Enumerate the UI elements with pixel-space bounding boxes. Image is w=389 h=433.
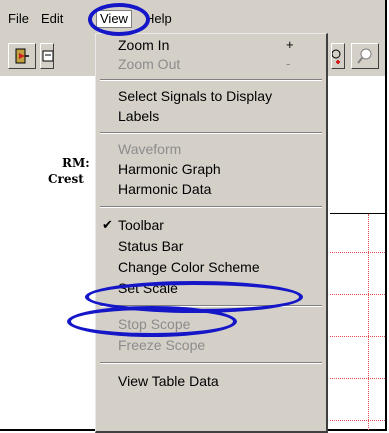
menu-bar: File Edit View Help xyxy=(0,0,385,36)
print-icon xyxy=(42,50,53,62)
menu-item-view-table-data[interactable]: View Table Data xyxy=(118,372,219,390)
view-menu-dropdown: Zoom In + Zoom Out - Select Signals to D… xyxy=(95,33,328,433)
menu-item-change-color-scheme[interactable]: Change Color Scheme xyxy=(118,258,260,276)
grid-line xyxy=(330,420,385,421)
zoom-out-button[interactable] xyxy=(351,43,379,69)
menu-edit[interactable]: Edit xyxy=(40,11,64,27)
toolbar-check-icon: ✔ xyxy=(102,217,113,232)
menu-separator xyxy=(100,132,322,134)
menu-item-freeze-scope: Freeze Scope xyxy=(118,337,206,353)
menu-item-select-signals[interactable]: Select Signals to Display xyxy=(118,87,272,105)
crest-label: Crest xyxy=(48,172,84,186)
zoom-out-shortcut: - xyxy=(286,56,291,71)
menu-item-harmonic-data[interactable]: Harmonic Data xyxy=(118,180,211,198)
scope-grid xyxy=(330,213,385,430)
zoom-in-icon xyxy=(332,49,341,64)
grid-line xyxy=(330,378,385,379)
menu-item-status-bar[interactable]: Status Bar xyxy=(118,237,183,255)
view-menu-highlight-ellipse xyxy=(88,3,150,36)
menu-separator xyxy=(100,79,322,81)
grid-line xyxy=(330,252,385,253)
set-scale-highlight-ellipse xyxy=(67,306,237,337)
menu-item-waveform: Waveform xyxy=(118,141,182,157)
rms-label: RM: xyxy=(62,156,90,170)
menu-item-harmonic-graph[interactable]: Harmonic Graph xyxy=(118,160,221,178)
menu-item-toolbar[interactable]: Toolbar xyxy=(118,216,164,234)
menu-separator xyxy=(100,206,322,208)
menu-file[interactable]: File xyxy=(7,11,30,27)
grid-line xyxy=(330,336,385,337)
exit-button[interactable] xyxy=(8,43,36,69)
menu-item-zoom-out: Zoom Out xyxy=(118,56,181,72)
grid-line xyxy=(368,214,369,430)
grid-line xyxy=(330,294,385,295)
print-button[interactable] xyxy=(40,43,54,69)
menu-item-labels[interactable]: Labels xyxy=(118,107,159,125)
zoom-in-shortcut: + xyxy=(286,37,294,52)
zoom-in-button[interactable] xyxy=(331,43,345,69)
zoom-out-icon xyxy=(357,48,372,64)
menu-separator xyxy=(100,362,322,364)
menu-item-zoom-in[interactable]: Zoom In xyxy=(118,36,169,54)
exit-icon xyxy=(15,48,29,64)
